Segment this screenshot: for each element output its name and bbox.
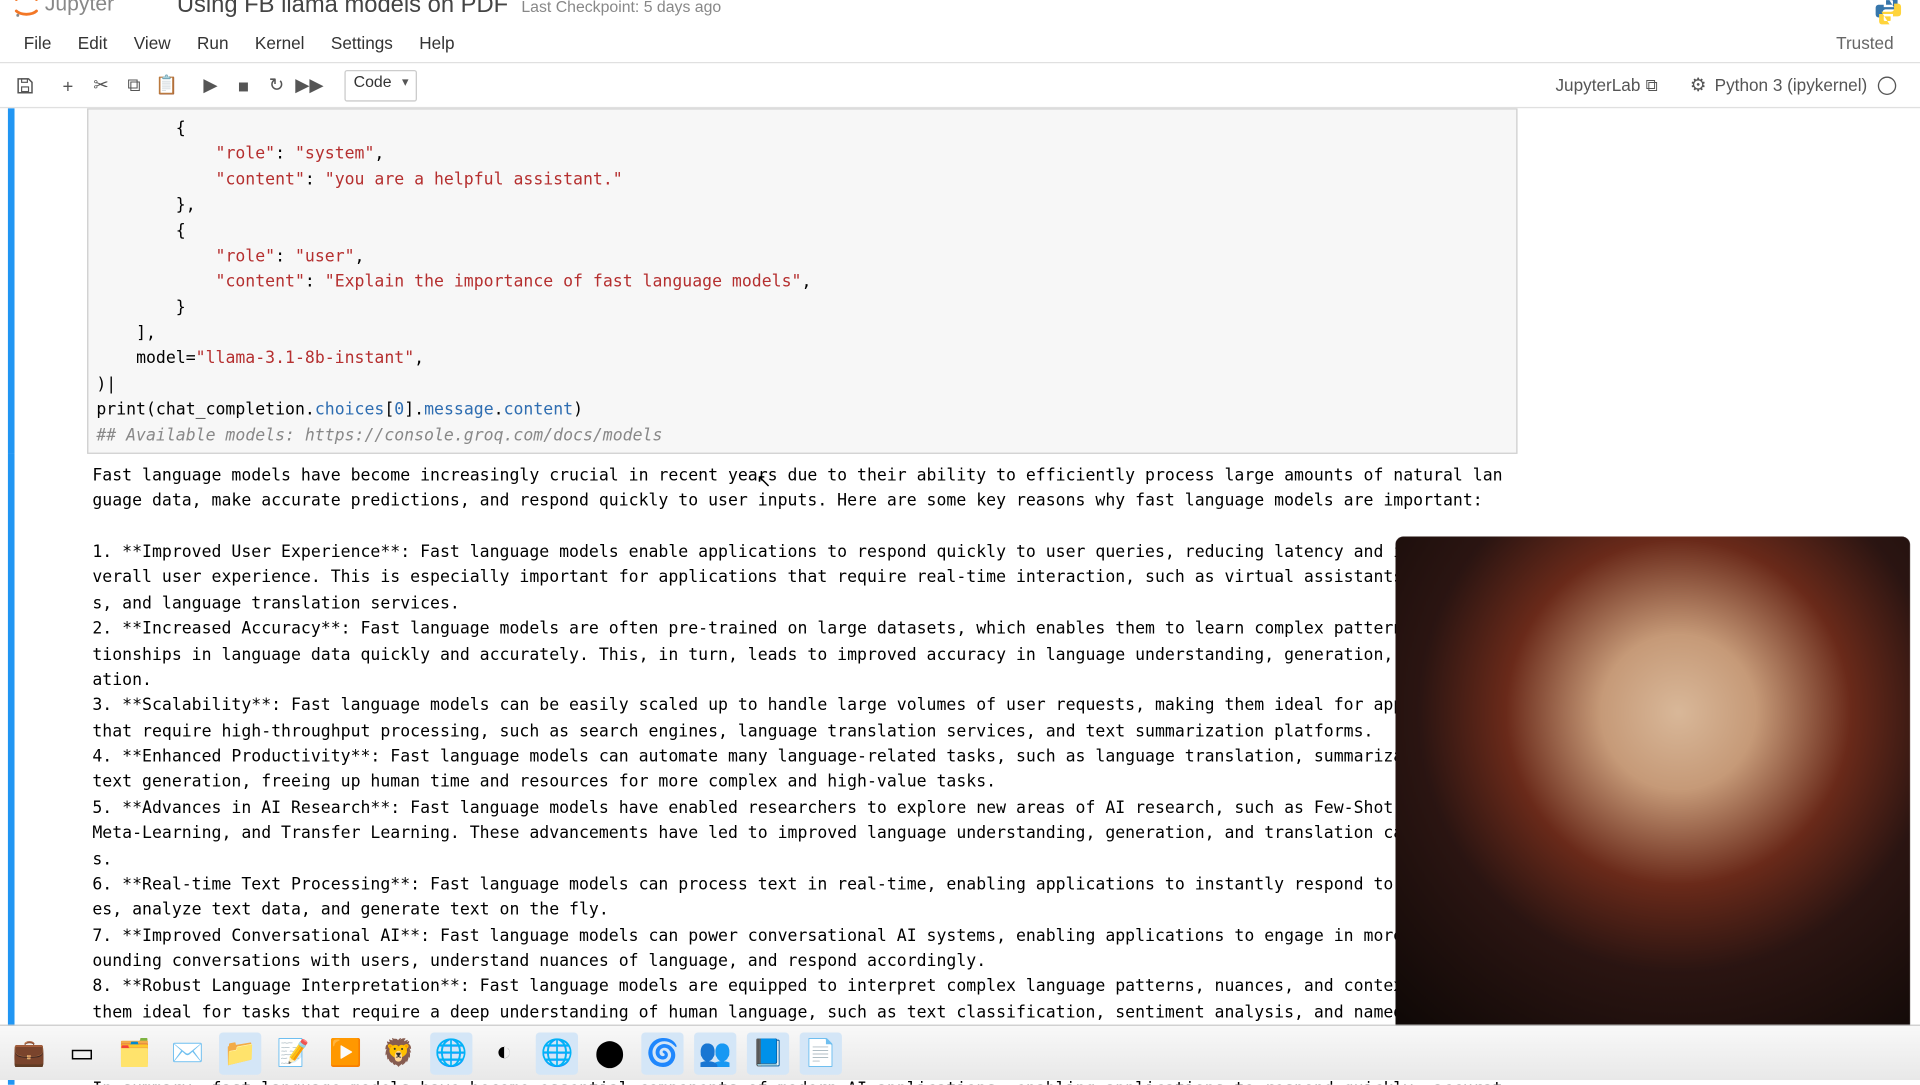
trusted-indicator[interactable]: Trusted (1836, 33, 1909, 53)
taskbar-explorer[interactable]: 📁 (219, 1032, 261, 1074)
external-link-icon: ⧉ (1646, 75, 1658, 96)
celltype-select-wrap[interactable]: Code (336, 69, 416, 101)
menu-view[interactable]: View (121, 28, 184, 58)
menu-settings[interactable]: Settings (318, 28, 406, 58)
code-editor[interactable]: { "role": "system", "content": "you are … (87, 108, 1517, 454)
taskbar-app2[interactable]: 📄 (800, 1032, 842, 1074)
menu-file[interactable]: File (11, 28, 65, 58)
code-cell[interactable]: { "role": "system", "content": "you are … (8, 108, 1912, 454)
paste-icon[interactable]: 📋 (150, 69, 183, 102)
taskbar-notes[interactable]: 📝 (272, 1032, 314, 1074)
menu-kernel[interactable]: Kernel (242, 28, 318, 58)
jupyterlab-label: JupyterLab (1555, 75, 1640, 95)
jupyterlab-link[interactable]: JupyterLab ⧉ (1555, 75, 1657, 96)
taskbar-taskview[interactable]: ▭ (61, 1032, 103, 1074)
taskbar-start[interactable]: 💼 (8, 1032, 50, 1074)
output-selected-bar (8, 454, 15, 1085)
save-icon[interactable] (8, 69, 41, 102)
taskbar-term[interactable]: ⬤ (589, 1032, 631, 1074)
taskbar-chrome[interactable]: 🌐 (430, 1032, 472, 1074)
taskbar-app1[interactable]: ◐ (483, 1032, 525, 1074)
taskbar-mail[interactable]: ✉️ (166, 1032, 208, 1074)
cell-gutter (8, 108, 87, 454)
taskbar-edge[interactable]: 🌀 (641, 1032, 683, 1074)
taskbar-brave[interactable]: 🦁 (377, 1032, 419, 1074)
jupyter-swirl-icon (11, 0, 43, 21)
jupyter-logo-text: Jupyter (45, 0, 158, 15)
jupyter-logo[interactable]: Jupyter (11, 0, 159, 21)
taskbar-media[interactable]: ▶️ (325, 1032, 367, 1074)
cell-output: Fast language models have become increas… (87, 454, 1517, 1085)
header: Jupyter Using FB llama models on PDF Las… (0, 0, 1920, 21)
run-icon[interactable]: ▶ (194, 69, 227, 102)
title-area: Using FB llama models on PDF Last Checkp… (177, 0, 721, 18)
taskbar-vscode[interactable]: 📘 (747, 1032, 789, 1074)
menu-bar: File Edit View Run Kernel Settings Help … (0, 24, 1920, 64)
cell-selected-bar (8, 108, 15, 454)
toolbar: + ✂ ⧉ 📋 ▶ ■ ↻ ▶▶ Code JupyterLab ⧉ ⚙ Pyt… (0, 63, 1920, 108)
taskbar-teams[interactable]: 👥 (694, 1032, 736, 1074)
menu-edit[interactable]: Edit (65, 28, 121, 58)
restart-icon[interactable]: ↻ (260, 69, 293, 102)
webcam-overlay (1395, 537, 1910, 1038)
menu-help[interactable]: Help (406, 28, 468, 58)
taskbar-chrome2[interactable]: 🌐 (536, 1032, 578, 1074)
taskbar[interactable]: 💼 ▭🗂️ ✉️ 📁 📝 ▶️🦁 🌐 ◐ 🌐 ⬤🌀 👥 📘 📄 (0, 1025, 1920, 1080)
fast-forward-icon[interactable]: ▶▶ (293, 69, 326, 102)
insert-cell-icon[interactable]: + (51, 69, 84, 102)
cut-icon[interactable]: ✂ (84, 69, 117, 102)
checkpoint-text: Last Checkpoint: 5 days ago (521, 0, 721, 15)
stop-icon[interactable]: ■ (227, 69, 260, 102)
output-gutter (8, 454, 87, 1085)
notebook-title[interactable]: Using FB llama models on PDF (177, 0, 508, 18)
menu-run[interactable]: Run (184, 28, 242, 58)
kernel-status-icon[interactable] (1878, 76, 1896, 94)
copy-icon[interactable]: ⧉ (117, 69, 150, 102)
python-icon (1870, 0, 1907, 29)
kernel-name[interactable]: Python 3 (ipykernel) (1715, 75, 1868, 95)
taskbar-files[interactable]: 🗂️ (113, 1032, 155, 1074)
debug-icon[interactable]: ⚙ (1682, 69, 1715, 102)
celltype-select[interactable]: Code (344, 69, 416, 101)
